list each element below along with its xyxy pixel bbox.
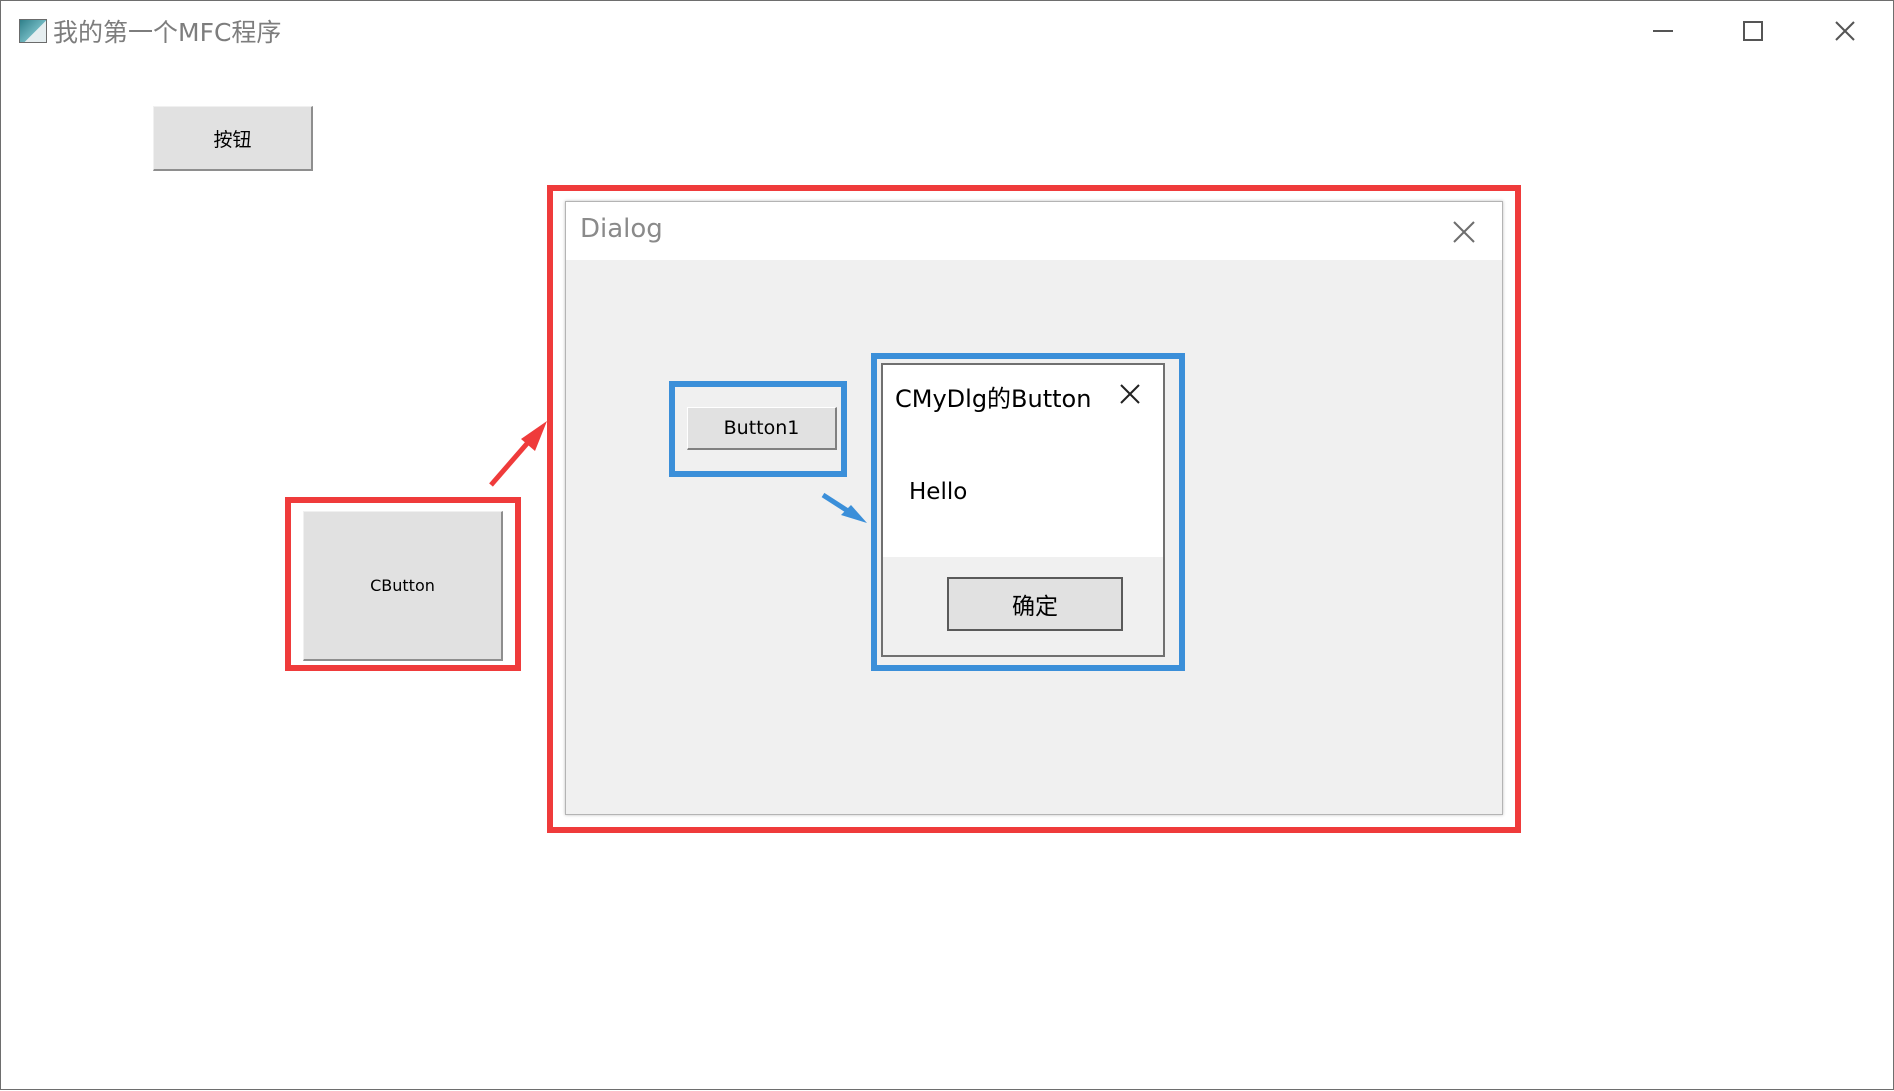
annotation-arrows — [489, 421, 867, 523]
red-arrow — [489, 421, 547, 487]
main-window: 我的第一个MFC程序 按钮 CButton Dialog Button1 CMy… — [0, 0, 1894, 1090]
blue-arrow — [821, 492, 867, 523]
